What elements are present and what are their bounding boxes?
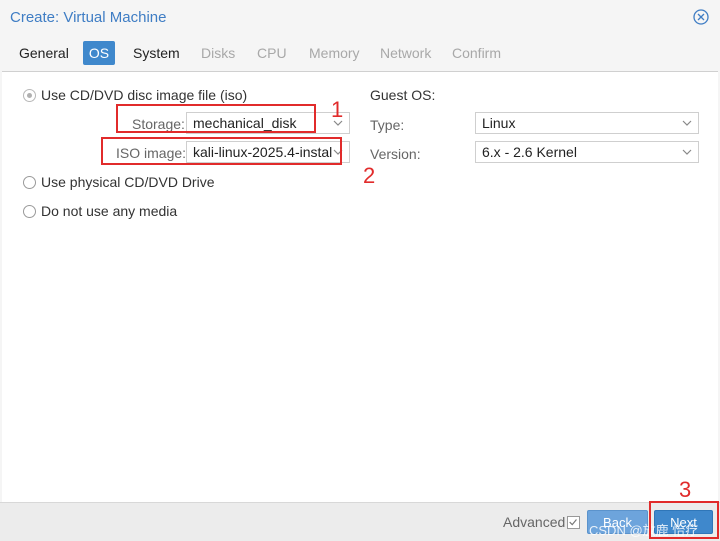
tab-confirm[interactable]: Confirm (452, 41, 504, 65)
type-label: Type: (370, 117, 405, 133)
tab-os[interactable]: OS (83, 41, 115, 65)
check-icon (569, 519, 577, 526)
os-type-value: Linux (482, 115, 516, 131)
annotation-number-1: 1 (331, 97, 344, 122)
iso-option-label: Use CD/DVD disc image file (iso) (41, 87, 248, 103)
os-version-select[interactable]: 6.x - 2.6 Kernel (475, 141, 699, 163)
annotation-number-2: 2 (363, 163, 376, 188)
chevron-down-icon (682, 149, 692, 155)
annotation-box-iso (101, 137, 342, 165)
dialog-footer: Advanced Back Next CSDN @放鹿 怡疗 (0, 502, 720, 541)
os-panel: Use CD/DVD disc image file (iso) Storage… (2, 71, 718, 503)
no-media-radio[interactable] (23, 205, 36, 218)
tab-bar: General OS System Disks CPU Memory Netwo… (0, 40, 720, 68)
tab-network[interactable]: Network (380, 41, 432, 65)
os-type-select[interactable]: Linux (475, 112, 699, 134)
tab-general[interactable]: General (19, 41, 69, 65)
version-label: Version: (370, 146, 421, 162)
annotation-box-next (649, 501, 719, 539)
close-icon[interactable] (693, 9, 709, 25)
os-version-value: 6.x - 2.6 Kernel (482, 144, 577, 160)
guest-os-heading: Guest OS: (370, 87, 436, 103)
window-titlebar: Create: Virtual Machine (0, 0, 720, 36)
tab-memory[interactable]: Memory (309, 41, 361, 65)
physical-option-label: Use physical CD/DVD Drive (41, 174, 215, 190)
window-title: Create: Virtual Machine (10, 9, 167, 26)
no-media-option-label: Do not use any media (41, 203, 178, 219)
tab-system[interactable]: System (133, 41, 183, 65)
annotation-number-3: 3 (679, 477, 692, 502)
chevron-down-icon (682, 120, 692, 126)
tab-disks[interactable]: Disks (201, 41, 241, 65)
physical-drive-radio[interactable] (23, 176, 36, 189)
advanced-checkbox[interactable] (567, 516, 580, 529)
iso-radio[interactable] (23, 89, 36, 102)
advanced-label: Advanced (503, 514, 566, 530)
annotation-box-storage (116, 104, 316, 133)
tab-cpu[interactable]: CPU (257, 41, 291, 65)
